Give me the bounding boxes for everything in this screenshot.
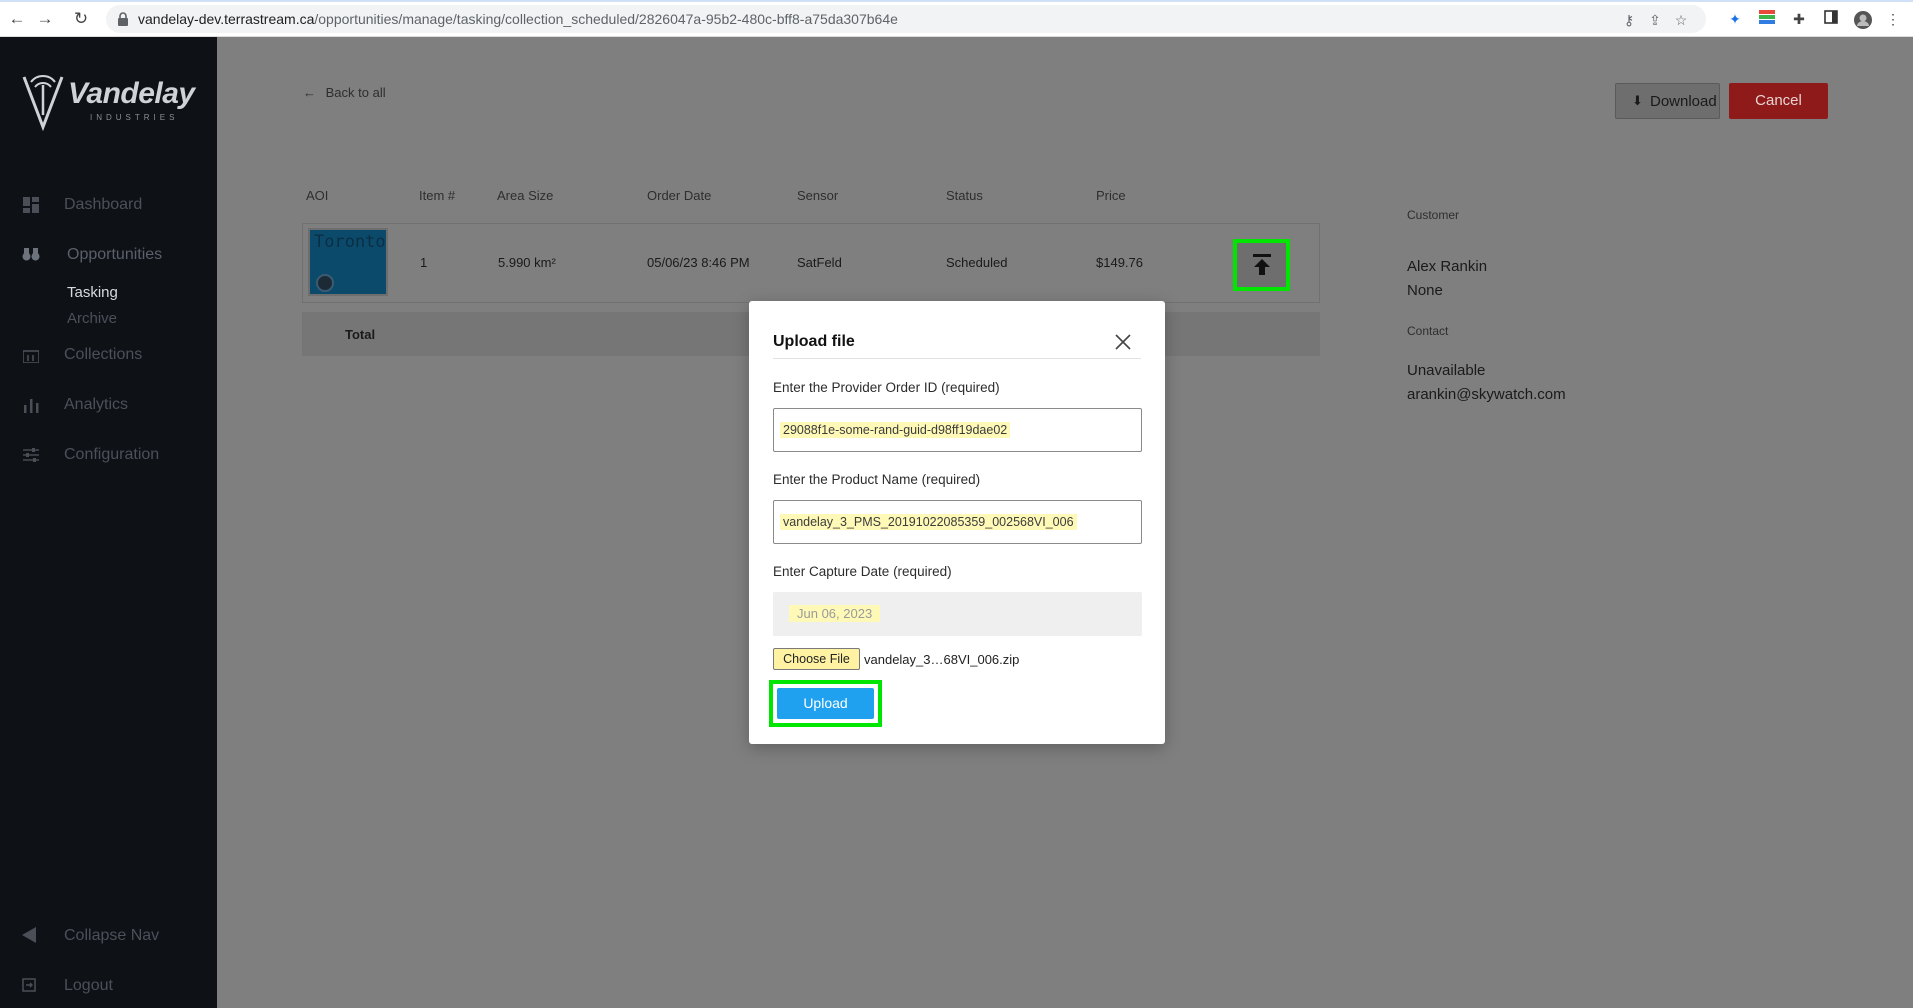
sidebar-item-label: Analytics	[64, 396, 129, 413]
browser-top-accent	[0, 0, 1913, 2]
download-label: Download	[1650, 93, 1717, 110]
sidebar-item-dashboard[interactable]: Dashboard	[0, 190, 217, 220]
sidebar-item-analytics[interactable]: Analytics	[0, 390, 217, 420]
sidebar-item-label: Configuration	[64, 446, 160, 463]
choose-file-button[interactable]: Choose File	[773, 648, 860, 670]
contact-heading: Contact	[1407, 324, 1449, 338]
cell-order-date: 05/06/23 8:46 PM	[647, 255, 750, 270]
customer-heading: Customer	[1407, 208, 1460, 222]
sidebar-item-configuration[interactable]: Configuration	[0, 440, 217, 470]
map-pin-icon	[316, 274, 334, 292]
left-arrow-icon: ←	[303, 85, 316, 100]
sidebar-subitem-archive[interactable]: Archive	[67, 310, 117, 327]
customer-org: None	[1407, 282, 1443, 299]
logo-antenna-icon	[22, 75, 64, 131]
logout-icon	[22, 978, 38, 994]
provider-order-id-label: Enter the Provider Order ID (required)	[773, 380, 1000, 395]
extension-pin-icon[interactable]: ✦	[1726, 10, 1744, 28]
collapse-nav-button[interactable]: Collapse Nav	[0, 921, 217, 951]
extension-color-icon[interactable]	[1758, 10, 1776, 28]
analytics-icon	[22, 397, 40, 413]
browser-toolbar: ← → ↻ vandelay-dev.terrastream.ca/opport…	[0, 0, 1913, 37]
modal-title: Upload file	[773, 333, 855, 350]
modal-divider	[773, 358, 1141, 359]
column-header-order-date: Order Date	[647, 188, 712, 203]
aoi-thumbnail-label: Toronto	[314, 232, 386, 252]
contact-phone: Unavailable	[1407, 362, 1486, 379]
puzzle-icon[interactable]: ✚	[1790, 10, 1808, 28]
cell-item: 1	[420, 255, 428, 270]
contact-email: arankin@skywatch.com	[1407, 386, 1566, 403]
column-header-price: Price	[1096, 188, 1126, 203]
provider-order-id-value: 29088f1e-some-rand-guid-d98ff19dae02	[780, 422, 1011, 438]
download-icon: ⬇	[1632, 93, 1643, 108]
back-arrow-icon[interactable]: ←	[6, 8, 28, 30]
sidebar: Vandelay INDUSTRIES Dashboard Opportunit…	[0, 37, 217, 1008]
close-icon[interactable]	[1112, 331, 1134, 353]
customer-name: Alex Rankin	[1407, 258, 1488, 275]
capture-date-label: Enter Capture Date (required)	[773, 564, 952, 579]
upload-file-modal: Upload file Enter the Provider Order ID …	[749, 301, 1165, 744]
aoi-thumbnail[interactable]: Toronto	[308, 228, 388, 296]
sliders-icon	[22, 447, 40, 463]
column-header-area: Area Size	[497, 188, 554, 203]
capture-date-value: Jun 06, 2023	[789, 605, 881, 622]
sidepanel-icon[interactable]	[1822, 10, 1840, 28]
row-upload-button[interactable]	[1233, 239, 1290, 291]
back-link-label: Back to all	[325, 85, 386, 100]
cell-price: $149.76	[1096, 255, 1143, 270]
dashboard-icon	[22, 197, 40, 213]
back-to-all-link[interactable]: ← Back to all	[303, 85, 386, 100]
column-header-item: Item #	[419, 188, 456, 203]
triangle-left-icon	[22, 927, 38, 943]
lock-icon	[118, 12, 128, 26]
product-name-value: vandelay_3_PMS_20191022085359_002568VI_0…	[780, 514, 1077, 530]
sidebar-item-collections[interactable]: Collections	[0, 340, 217, 370]
binoculars-icon	[22, 247, 40, 263]
key-icon[interactable]: ⚷	[1620, 11, 1638, 29]
capture-date-input[interactable]: Jun 06, 2023	[773, 592, 1142, 636]
share-icon[interactable]: ⇪	[1646, 11, 1664, 29]
selected-file-name: vandelay_3…68VI_006.zip	[864, 652, 1020, 667]
sidebar-item-opportunities[interactable]: Opportunities	[0, 240, 217, 270]
logout-button[interactable]: Logout	[0, 971, 217, 1001]
cancel-button[interactable]: Cancel	[1729, 83, 1828, 119]
reload-icon[interactable]: ↻	[70, 8, 92, 30]
cell-sensor: SatFeld	[797, 255, 842, 270]
total-label: Total	[345, 327, 376, 342]
logo-subtext: INDUSTRIES	[90, 113, 179, 122]
product-name-input[interactable]: vandelay_3_PMS_20191022085359_002568VI_0…	[773, 500, 1142, 544]
provider-order-id-input[interactable]: 29088f1e-some-rand-guid-d98ff19dae02	[773, 408, 1142, 452]
sidebar-item-label: Opportunities	[67, 246, 163, 263]
product-name-label: Enter the Product Name (required)	[773, 472, 981, 487]
upload-highlight: Upload	[769, 680, 882, 727]
sidebar-subitem-tasking[interactable]: Tasking	[67, 284, 118, 301]
menu-kebab-icon[interactable]: ⋮	[1884, 10, 1902, 28]
address-bar[interactable]: vandelay-dev.terrastream.ca/opportunitie…	[106, 5, 1706, 33]
collections-icon	[22, 347, 40, 364]
star-icon[interactable]: ☆	[1672, 11, 1690, 29]
column-header-aoi: AOI	[306, 188, 329, 203]
column-header-sensor: Sensor	[797, 188, 839, 203]
profile-avatar-icon[interactable]	[1853, 10, 1872, 29]
cell-area: 5.990 km²	[498, 255, 556, 270]
download-button[interactable]: ⬇ Download	[1615, 83, 1720, 119]
sidebar-item-label: Dashboard	[64, 196, 143, 213]
logout-label: Logout	[64, 977, 113, 994]
forward-arrow-icon[interactable]: →	[34, 8, 56, 30]
collapse-nav-label: Collapse Nav	[64, 927, 160, 944]
upload-arrow-icon	[1253, 254, 1271, 275]
vandelay-logo[interactable]: Vandelay INDUSTRIES	[20, 71, 200, 131]
sidebar-item-label: Collections	[64, 346, 143, 363]
logo-wordmark: Vandelay	[68, 77, 195, 110]
upload-button[interactable]: Upload	[777, 688, 874, 719]
cell-status: Scheduled	[946, 255, 1008, 270]
url-text: vandelay-dev.terrastream.ca/opportunitie…	[138, 11, 898, 27]
column-header-status: Status	[946, 188, 983, 203]
